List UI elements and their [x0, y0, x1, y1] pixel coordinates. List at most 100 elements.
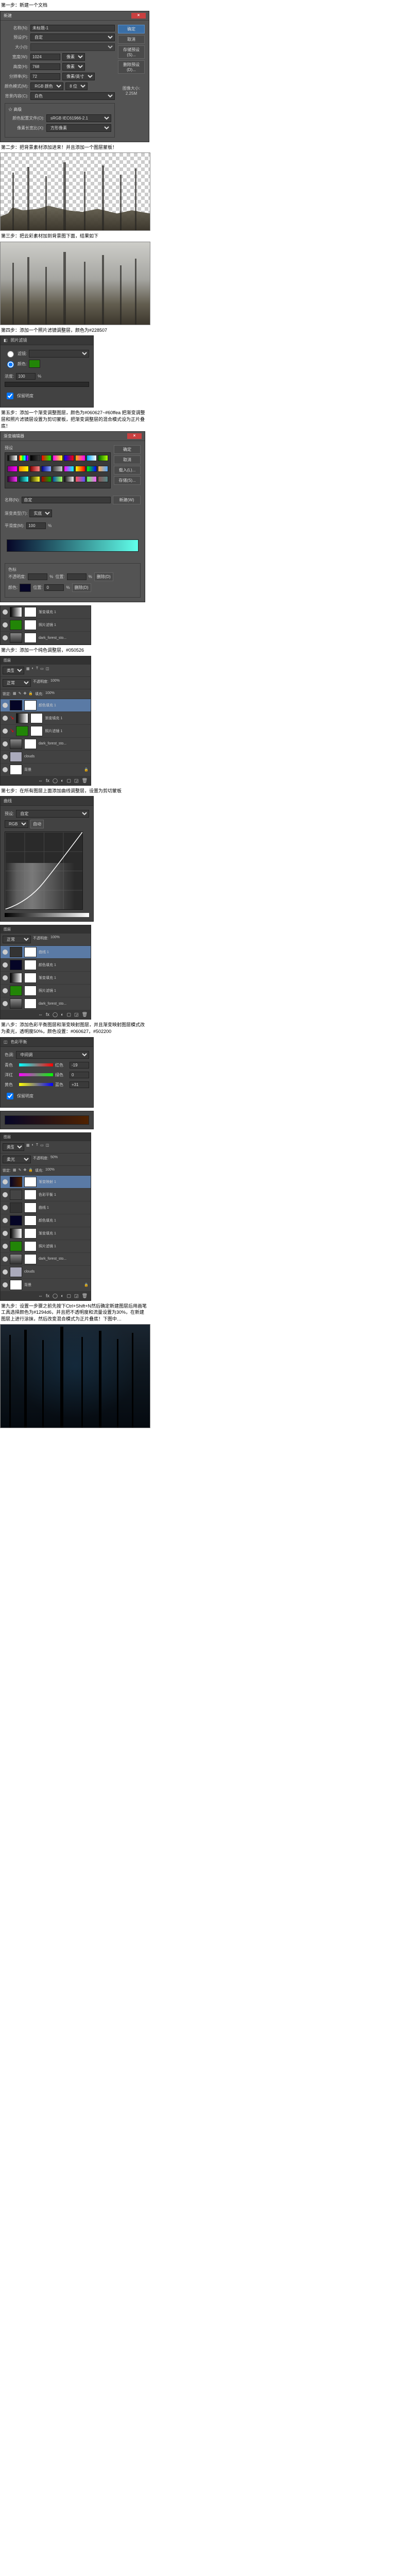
grad-name-input[interactable]: [22, 497, 111, 503]
layer-thumb[interactable]: [10, 1190, 22, 1200]
cyan-red-slider[interactable]: [19, 1063, 53, 1066]
layer-thumb[interactable]: [10, 633, 22, 643]
height-input[interactable]: [30, 63, 60, 70]
layer-thumb[interactable]: [10, 998, 22, 1009]
density-input[interactable]: [16, 373, 36, 380]
layer-name[interactable]: 曲线 1: [39, 1205, 49, 1210]
delete-preset-button[interactable]: 删除预设(D)...: [118, 60, 145, 74]
layer-thumb[interactable]: [10, 1177, 22, 1187]
layer-mask[interactable]: [24, 1202, 37, 1213]
layer-thumb[interactable]: [10, 752, 22, 762]
cb-preserve-checkbox[interactable]: [7, 1093, 13, 1099]
layer-mask[interactable]: [24, 1190, 37, 1200]
layer-thumb[interactable]: [10, 1202, 22, 1213]
layer-name[interactable]: dark_forest_sto...: [39, 1257, 66, 1261]
layer-thumb[interactable]: [10, 973, 22, 983]
advanced-section[interactable]: ☆ 高级: [8, 107, 111, 112]
layer-mask[interactable]: [24, 998, 37, 1009]
layer-thumb[interactable]: [10, 1280, 22, 1290]
blend-mode-select[interactable]: 正常: [3, 936, 31, 943]
blend-mode-select[interactable]: 柔光: [3, 1156, 31, 1163]
curves-preset-select[interactable]: 自定: [16, 810, 89, 818]
res-input[interactable]: [30, 73, 60, 80]
opacity-value[interactable]: 100%: [50, 936, 60, 943]
link-icon[interactable]: ⇔: [38, 778, 43, 784]
eye-icon[interactable]: [3, 609, 8, 615]
trash-icon[interactable]: 🗑: [82, 778, 88, 784]
lock-all-icon[interactable]: 🔒: [28, 691, 33, 697]
eye-icon[interactable]: [3, 754, 8, 759]
new-layer-icon[interactable]: ◲: [74, 1293, 79, 1299]
name-input[interactable]: [30, 25, 115, 31]
aspect-select[interactable]: 方形像素: [46, 124, 111, 132]
filter-color-swatch[interactable]: [29, 360, 40, 368]
width-input[interactable]: [30, 54, 60, 60]
eye-icon[interactable]: [3, 975, 8, 980]
fx-icon[interactable]: fx: [46, 778, 49, 784]
res-unit-select[interactable]: 像素/英寸: [62, 73, 95, 80]
link-icon[interactable]: ⇔: [38, 1012, 43, 1018]
layer-mask[interactable]: [24, 620, 37, 630]
eye-icon[interactable]: [3, 703, 8, 708]
gradient-presets-grid[interactable]: [5, 452, 111, 488]
lock-trans-icon[interactable]: ▦: [13, 1168, 16, 1173]
adj-icon[interactable]: ◐: [61, 1293, 63, 1299]
filter-pixel-icon[interactable]: ▦: [26, 1143, 30, 1151]
layer-mask[interactable]: [24, 960, 37, 970]
layer-name[interactable]: dark_forest_sto...: [39, 742, 66, 745]
folder-icon[interactable]: ▢: [67, 1012, 72, 1018]
layer-thumb[interactable]: [10, 1228, 22, 1239]
layer-thumb[interactable]: [10, 739, 22, 749]
stop-delete-button[interactable]: 删除(D): [94, 572, 113, 581]
height-unit-select[interactable]: 像素: [62, 63, 85, 71]
profile-select[interactable]: sRGB IEC61966-2.1: [46, 114, 111, 122]
eye-icon[interactable]: [3, 728, 8, 734]
lock-trans-icon[interactable]: ▦: [13, 691, 16, 697]
fx-icon[interactable]: fx: [46, 1012, 49, 1018]
blend-mode-select[interactable]: 正常: [3, 679, 31, 687]
grad-save-button[interactable]: 存储(S)...: [114, 476, 141, 485]
layer-name[interactable]: 照片滤镜 1: [45, 728, 62, 734]
filter-adj-icon[interactable]: ◐: [32, 1143, 34, 1151]
close-icon[interactable]: ×: [131, 13, 146, 19]
folder-icon[interactable]: ▢: [67, 778, 72, 784]
layer-thumb[interactable]: [10, 1215, 22, 1226]
mask-icon[interactable]: ◯: [53, 778, 58, 784]
layer-thumb[interactable]: [10, 960, 22, 970]
layer-name[interactable]: dark_forest_sto...: [39, 1002, 66, 1006]
eye-icon[interactable]: [3, 622, 8, 628]
bits-select[interactable]: 8 位: [65, 82, 88, 90]
size-select[interactable]: [30, 43, 115, 51]
layer-mask[interactable]: [24, 700, 37, 710]
fill-value[interactable]: 100%: [45, 1168, 55, 1173]
eye-icon[interactable]: [3, 1205, 8, 1210]
eye-icon[interactable]: [3, 988, 8, 993]
layer-thumb[interactable]: [10, 947, 22, 957]
filter-pixel-icon[interactable]: ▦: [26, 667, 30, 674]
cancel-button[interactable]: 取消: [118, 35, 145, 44]
adj-icon[interactable]: ◐: [61, 1012, 63, 1018]
layer-name[interactable]: 颜色填充 1: [39, 1218, 56, 1223]
fill-value[interactable]: 100%: [45, 691, 55, 697]
auto-button[interactable]: 自动: [30, 820, 44, 828]
layer-thumb[interactable]: [10, 1241, 22, 1251]
stop-color-swatch[interactable]: [20, 584, 31, 592]
layer-name[interactable]: 渐变映射 1: [39, 1179, 56, 1184]
filter-adj-icon[interactable]: ◐: [32, 667, 34, 674]
cb-v3[interactable]: [70, 1081, 89, 1088]
layer-name[interactable]: 渐变填充 1: [39, 1231, 56, 1236]
grad-cancel-button[interactable]: 取消: [114, 455, 141, 464]
layer-kind-select[interactable]: 类型: [3, 1143, 24, 1151]
eye-icon[interactable]: [3, 1218, 8, 1223]
eye-icon[interactable]: [3, 962, 8, 968]
layer-mask[interactable]: [24, 986, 37, 996]
eye-icon[interactable]: [3, 741, 8, 747]
layer-mask[interactable]: [24, 633, 37, 643]
bg-select[interactable]: 白色: [30, 92, 115, 100]
eye-icon[interactable]: [3, 1192, 8, 1197]
color-radio[interactable]: [7, 361, 14, 368]
layer-thumb[interactable]: [16, 713, 28, 723]
layer-thumb[interactable]: [10, 1254, 22, 1264]
opacity-value[interactable]: 50%: [50, 1156, 58, 1163]
layer-mask[interactable]: [24, 1241, 37, 1251]
